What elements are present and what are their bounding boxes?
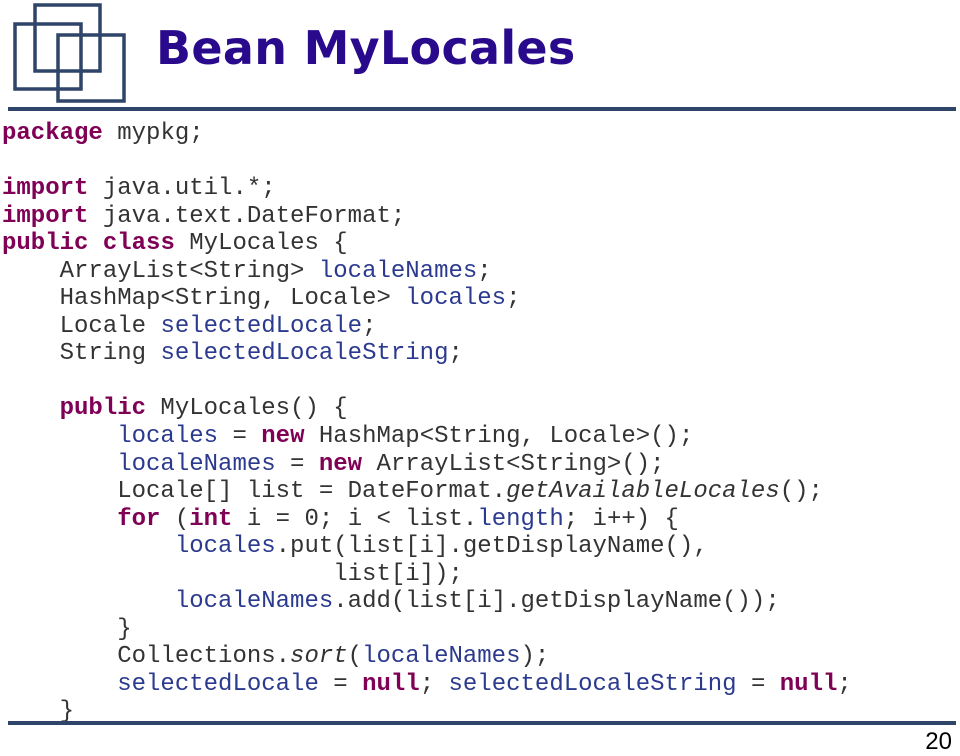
code-text: ;	[419, 670, 449, 698]
code-text: String	[2, 340, 161, 368]
code-field: selectedLocale	[160, 312, 363, 340]
code-line: locales = new HashMap<String, Locale>();	[2, 423, 852, 451]
code-text: ;	[362, 312, 377, 340]
code-block: package mypkg; import java.util.*; import …	[2, 120, 852, 726]
code-line: locales.put(list[i].getDisplayName(),	[2, 533, 852, 561]
code-line: public MyLocales() {	[2, 395, 852, 423]
code-text: Locale	[2, 312, 161, 340]
code-line: localeNames.add(list[i].getDisplayName()…	[2, 588, 852, 616]
title-divider	[8, 107, 956, 111]
code-line: package mypkg;	[2, 120, 852, 148]
code-field: localeNames	[174, 588, 334, 616]
code-text: Locale[] list = DateFormat.	[2, 478, 507, 506]
code-text: .put(list[i].getDisplayName(),	[275, 533, 708, 561]
code-text: i = 0; i < list.	[232, 505, 478, 533]
code-line: ArrayList<String> localeNames;	[2, 258, 852, 286]
code-text: Collections.	[2, 643, 291, 671]
code-keyword: for	[117, 505, 161, 533]
code-text: =	[275, 450, 319, 478]
code-field: locales	[174, 533, 276, 561]
code-field: selectedLocaleString	[448, 670, 737, 698]
code-keyword: public	[59, 395, 147, 423]
code-text: (	[160, 505, 190, 533]
code-text: );	[520, 643, 550, 671]
overlapping-squares-logo-icon	[13, 3, 126, 103]
slide-title: Bean MyLocales	[156, 21, 576, 75]
code-keyword: import	[2, 175, 89, 203]
code-line: import java.util.*;	[2, 175, 852, 203]
code-keyword: package	[2, 120, 103, 147]
code-line: import java.text.DateFormat;	[2, 203, 852, 231]
code-field: selectedLocale	[117, 670, 319, 698]
code-text: =	[218, 423, 262, 451]
code-text: HashMap<String, Locale>	[2, 285, 406, 313]
logo-square-back	[33, 3, 102, 73]
code-static-method: sort	[290, 643, 348, 671]
code-text: ;	[506, 285, 521, 313]
code-text: ; i++) {	[563, 505, 679, 533]
code-line: selectedLocale = null; selectedLocaleStr…	[2, 671, 852, 699]
code-keyword: new	[318, 450, 363, 478]
code-keyword: null	[779, 670, 838, 698]
code-text: ;	[477, 257, 492, 285]
code-field: localeNames	[318, 257, 478, 285]
code-field: localeNames	[117, 450, 276, 478]
page-number: 20	[925, 728, 952, 755]
code-field: locales	[405, 285, 507, 313]
logo-square-front	[56, 33, 126, 103]
code-text: =	[318, 670, 363, 698]
code-keyword: public	[2, 230, 89, 258]
code-text: java.util.*;	[88, 175, 276, 203]
footer-divider	[8, 721, 956, 725]
code-line: HashMap<String, Locale> locales;	[2, 285, 852, 313]
code-text: java.text.DateFormat;	[88, 202, 406, 230]
code-line: list[i]);	[2, 561, 852, 589]
code-line: localeNames = new ArrayList<String>();	[2, 451, 852, 479]
code-line: String selectedLocaleString;	[2, 340, 852, 368]
code-text: ();	[779, 478, 823, 506]
code-keyword: null	[362, 670, 420, 698]
code-line: for (int i = 0; i < list.length; i++) {	[2, 506, 852, 534]
code-text: }	[2, 615, 132, 643]
code-text: ArrayList<String>	[2, 257, 319, 285]
code-text: =	[736, 670, 780, 698]
code-keyword: int	[189, 505, 233, 533]
code-text: ArrayList<String>();	[362, 450, 665, 478]
code-keyword: new	[261, 423, 305, 451]
code-line: Locale[] list = DateFormat.getAvailableL…	[2, 478, 852, 506]
code-line: }	[2, 616, 852, 644]
code-text: ;	[448, 340, 463, 368]
code-static-method: getAvailableLocales	[506, 478, 780, 506]
code-line: public class MyLocales {	[2, 230, 852, 258]
code-line: Collections.sort(localeNames);	[2, 643, 852, 671]
code-line: Locale selectedLocale;	[2, 313, 852, 341]
code-text: MyLocales {	[174, 230, 348, 258]
code-text: mypkg;	[102, 120, 204, 147]
code-text: (	[347, 643, 363, 671]
code-text: .add(list[i].getDisplayName());	[333, 588, 780, 616]
code-field: locales	[117, 423, 219, 451]
code-keyword: class	[102, 230, 175, 258]
code-text: list[i]);	[2, 560, 463, 588]
code-text: ;	[837, 670, 852, 698]
code-text: MyLocales() {	[146, 395, 348, 423]
code-keyword: import	[2, 202, 89, 230]
code-field: length	[477, 505, 564, 533]
code-text: HashMap<String, Locale>();	[304, 423, 694, 451]
code-field: localeNames	[362, 643, 521, 671]
code-field: selectedLocaleString	[160, 340, 449, 368]
